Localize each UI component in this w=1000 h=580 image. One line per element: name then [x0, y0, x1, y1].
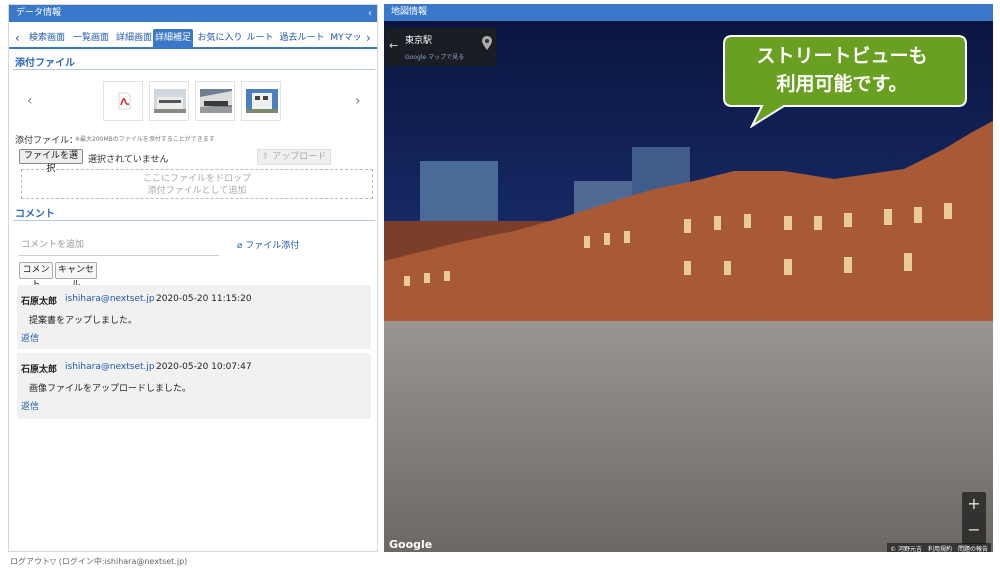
thumbnail-building-1[interactable] [149, 81, 189, 121]
attachment-label: 添付ファイル： [15, 136, 79, 146]
tab-search[interactable]: 検索画面 [27, 29, 67, 47]
zoom-in-button[interactable]: + [962, 492, 986, 516]
attachments-title: 添付ファイル [15, 58, 75, 69]
comment-email[interactable]: ishihara@nextset.jp [65, 294, 155, 304]
divider [13, 220, 375, 221]
attach-file-link[interactable]: ⌀ ファイル添付 [237, 238, 299, 251]
upload-icon: ⇪ [261, 152, 273, 162]
back-arrow-icon[interactable]: ← [389, 39, 398, 52]
thumbnail-building-2[interactable] [195, 81, 235, 121]
carousel-prev-icon[interactable]: ‹ [27, 93, 33, 109]
tab-favorites[interactable]: お気に入り [197, 29, 243, 47]
tab-list[interactable]: 一覧画面 [71, 29, 111, 47]
cancel-button[interactable]: キャンセル [55, 262, 97, 290]
reply-link[interactable]: 返信 [21, 399, 39, 412]
thumbnail-pdf[interactable] [103, 81, 143, 121]
comment-datetime: 2020-05-20 11:15:20 [156, 294, 252, 304]
choose-file-button[interactable]: ファイルを選択 [19, 149, 83, 174]
map-panel-title: 地図情報 [384, 4, 993, 21]
drop-line-2: 添付ファイルとして追加 [147, 186, 247, 196]
comment-text: 提案書をアップしました。 [29, 316, 138, 326]
callout-bubble: ストリートビューも 利用可能です。 [722, 34, 968, 128]
tab-past-route[interactable]: 過去ルート [277, 29, 327, 47]
google-logo: Google [389, 538, 433, 551]
copyright[interactable]: © 河野元吉 利用規約 問題の報告 [887, 543, 991, 552]
tab-next-icon[interactable]: › [366, 29, 371, 47]
comment-item: 石原太郎 ishihara@nextset.jp 2020-05-20 10:0… [17, 353, 371, 419]
comment-datetime: 2020-05-20 10:07:47 [156, 362, 252, 372]
building-photo [154, 89, 186, 113]
comment-email[interactable]: ishihara@nextset.jp [65, 362, 155, 372]
comment-author: 石原太郎 [21, 365, 58, 375]
divider [13, 69, 375, 70]
comment-input[interactable]: コメントを追加 [19, 234, 219, 256]
callout-line-2: 利用可能です。 [776, 73, 908, 95]
map-panel: 地図情報 ← 東京駅 Google マップで見る ストリートビューも 利用可能です… [384, 4, 993, 552]
data-panel-header: データ情報 ‹ [9, 5, 377, 22]
map-pin-icon[interactable] [482, 36, 492, 50]
login-info: (ログイン中:ishihara@nextset.jp) [58, 557, 188, 566]
location-box: ← 東京駅 Google マップで見る [385, 28, 496, 66]
tab-detail[interactable]: 詳細画面 [114, 29, 154, 47]
upload-button[interactable]: ⇪ アップロード [257, 149, 331, 165]
comment-button[interactable]: コメント [19, 262, 53, 290]
zoom-control: + − [962, 492, 986, 544]
attach-file-label: ファイル添付 [245, 241, 300, 251]
drop-line-1: ここにファイルをドロップ [142, 174, 251, 184]
tab-bar: ‹ 検索画面 一覧画面 詳細画面 詳細補足 お気に入り ルート 過去ルート MY… [9, 27, 377, 49]
google-maps-link[interactable]: Google マップで見る [405, 52, 464, 61]
tab-mymap[interactable]: MYマッ [329, 29, 363, 47]
attachment-note: ※最大200MBのファイルを添付することができます [75, 136, 215, 143]
chevron-left-icon[interactable]: ‹ [368, 5, 372, 22]
data-panel-title: データ情報 [16, 8, 62, 18]
upload-label: アップロード [272, 152, 327, 162]
carousel-next-icon[interactable]: › [355, 93, 361, 109]
footer: ログアウト▽ (ログイン中:ishihara@nextset.jp) [10, 556, 187, 567]
location-name: 東京駅 [405, 36, 433, 46]
drop-zone[interactable]: ここにファイルをドロップ 添付ファイルとして追加 [21, 169, 373, 199]
tab-prev-icon[interactable]: ‹ [15, 29, 20, 47]
tab-route[interactable]: ルート [245, 29, 275, 47]
paperclip-icon: ⌀ [237, 241, 243, 251]
callout-line-1: ストリートビューも [756, 45, 928, 67]
comments-title: コメント [15, 209, 55, 220]
no-file-text: 選択されていません [88, 155, 169, 165]
data-panel: データ情報 ‹ ‹ 検索画面 一覧画面 詳細画面 詳細補足 お気に入り ルート 過… [8, 4, 378, 552]
callout-text: ストリートビューも 利用可能です。 [722, 42, 962, 98]
tab-detail-supplement[interactable]: 詳細補足 [153, 29, 193, 47]
zoom-out-button[interactable]: − [962, 518, 986, 542]
comment-author: 石原太郎 [21, 297, 58, 307]
logout-link[interactable]: ログアウト▽ [10, 557, 56, 566]
comment-text: 画像ファイルをアップロードしました。 [29, 384, 192, 394]
building-photo [200, 89, 232, 113]
thumbnail-building-3[interactable] [241, 81, 281, 121]
reply-link[interactable]: 返信 [21, 331, 39, 344]
pdf-icon [118, 92, 131, 110]
building-photo [246, 89, 278, 113]
comment-item: 石原太郎 ishihara@nextset.jp 2020-05-20 11:1… [17, 285, 371, 349]
